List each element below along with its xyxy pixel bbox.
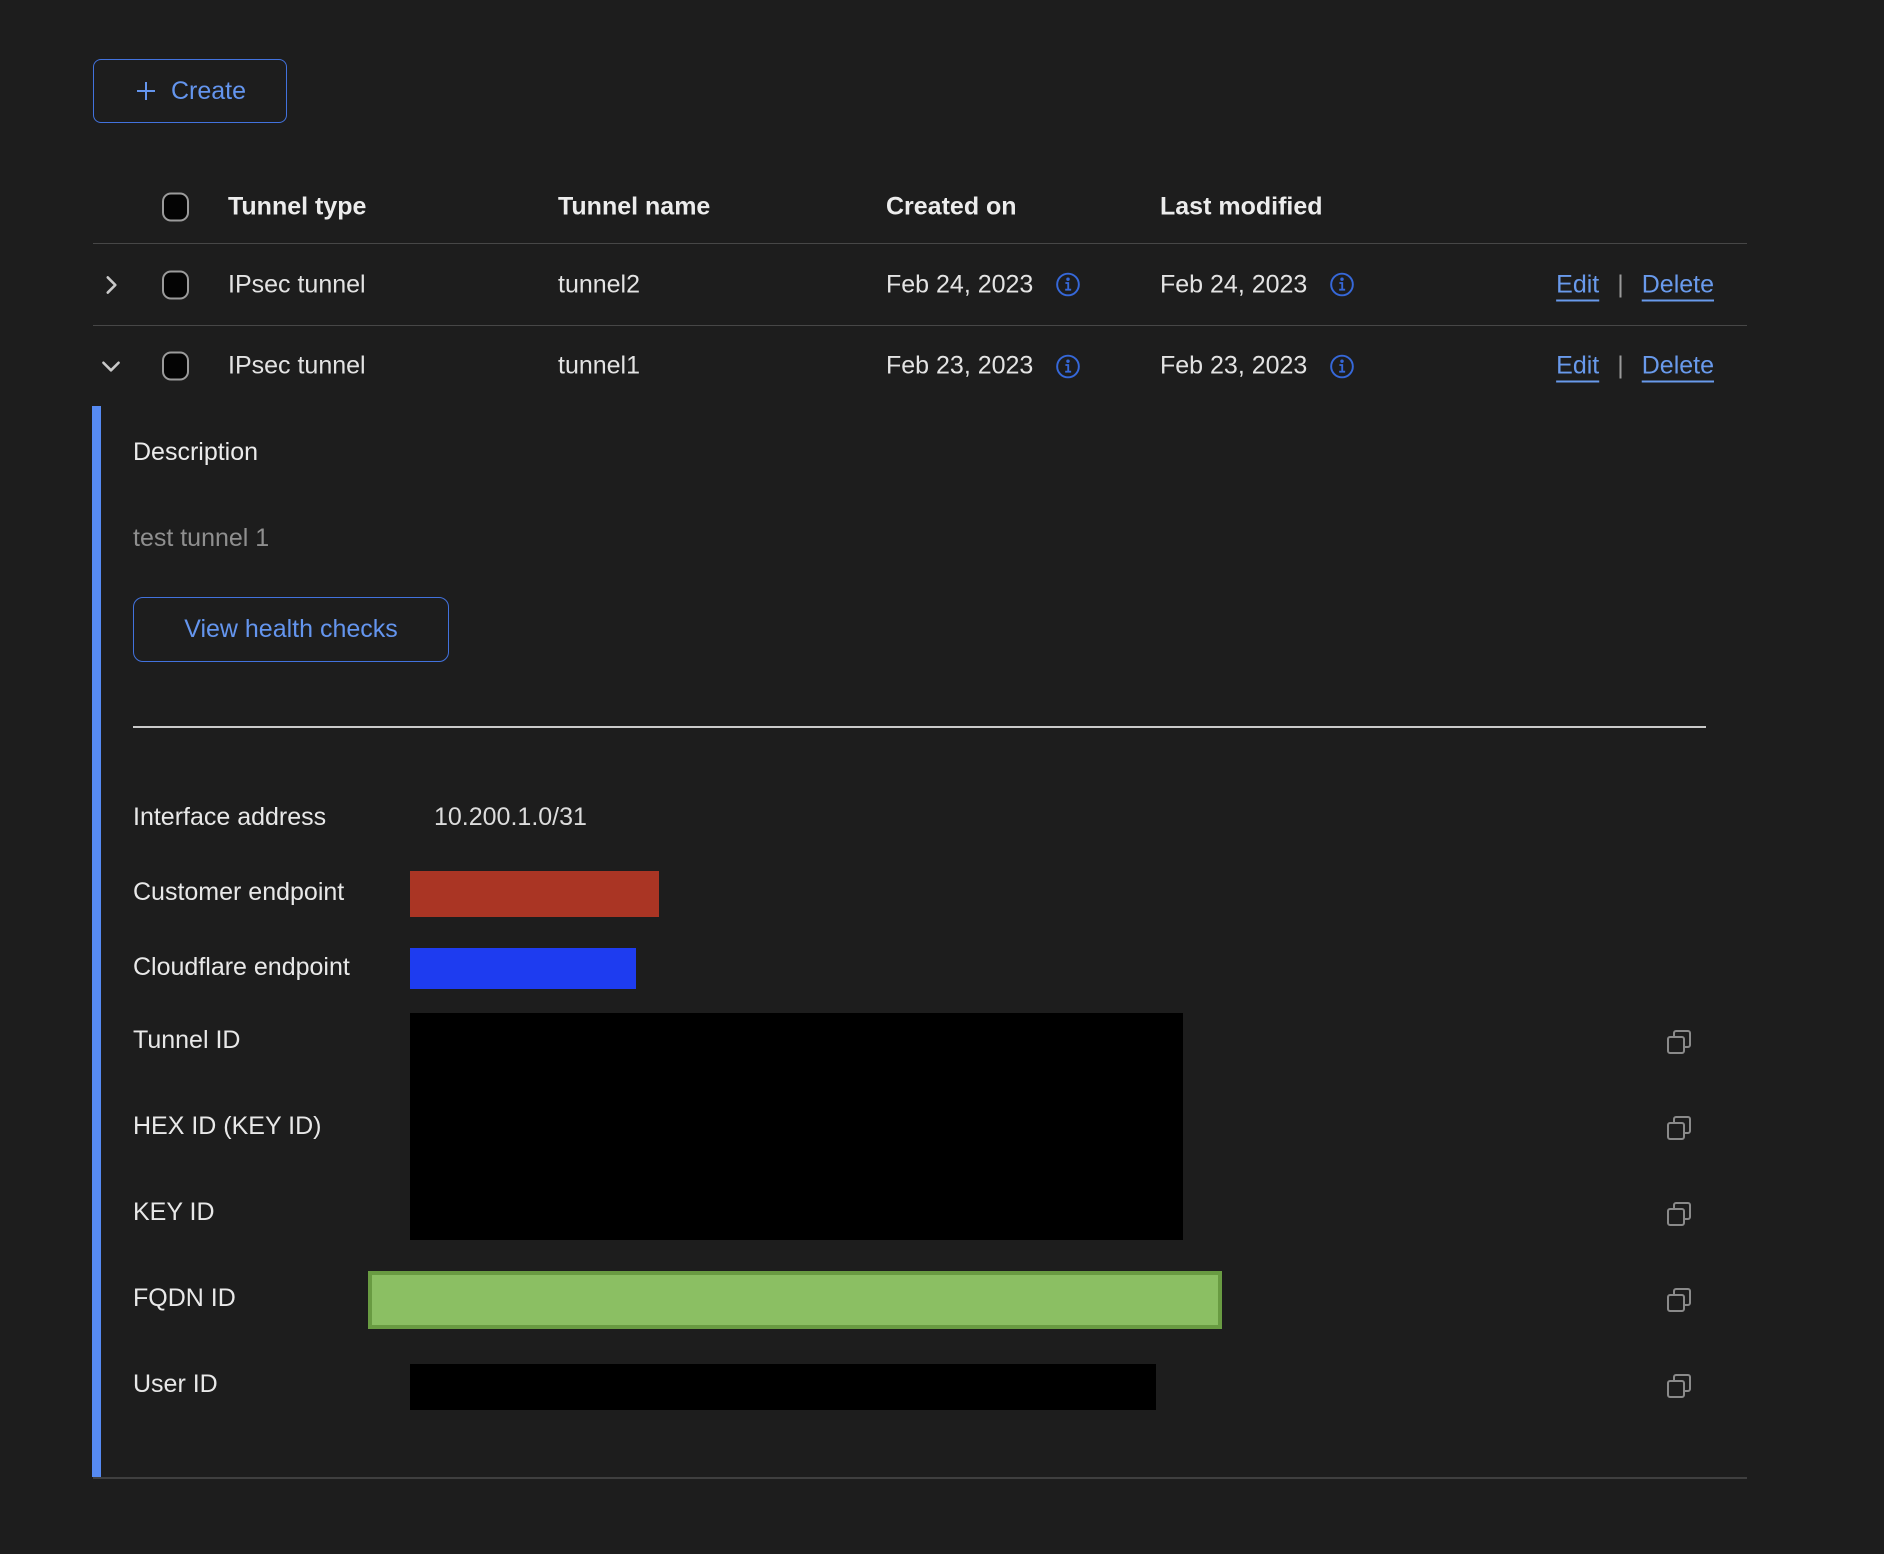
description-label: Description [133,438,258,467]
expand-row-button[interactable] [96,270,126,300]
created-on-cell: Feb 24, 2023 [886,270,1081,299]
copy-icon [1665,1028,1693,1056]
tunnel-type-cell: IPsec tunnel [228,270,366,299]
table-header-row: Tunnel type Tunnel name Created on Last … [93,170,1747,244]
info-icon[interactable] [1055,353,1081,379]
action-separator: | [1617,270,1624,299]
ids-redacted-value [410,1013,1183,1240]
expanded-row-indicator-bar [92,406,101,1477]
last-modified-value: Feb 24, 2023 [1160,270,1307,299]
header-tunnel-type: Tunnel type [228,192,366,221]
row-checkbox[interactable] [162,270,189,299]
key-id-label: KEY ID [133,1198,215,1227]
fqdn-id-label: FQDN ID [133,1284,236,1313]
copy-hex-id-button[interactable] [1664,1113,1694,1143]
hex-id-label: HEX ID (KEY ID) [133,1112,321,1141]
copy-tunnel-id-button[interactable] [1664,1027,1694,1057]
copy-icon [1665,1286,1693,1314]
select-all-checkbox[interactable] [162,192,189,221]
info-icon[interactable] [1329,272,1355,298]
copy-icon [1665,1114,1693,1142]
created-on-cell: Feb 23, 2023 [886,352,1081,381]
table-row: IPsec tunnel tunnel1 Feb 23, 2023 Feb 23… [93,326,1747,406]
view-health-checks-button[interactable]: View health checks [133,597,449,662]
last-modified-value: Feb 23, 2023 [1160,352,1307,381]
tunnel-name-cell: tunnel2 [558,270,640,299]
row-actions: Edit | Delete [1556,352,1714,381]
interface-address-label: Interface address [133,803,326,832]
copy-icon [1665,1372,1693,1400]
fqdn-id-redacted-value [368,1271,1222,1329]
info-icon[interactable] [1329,353,1355,379]
delete-link[interactable]: Delete [1642,270,1714,299]
tunnels-page: Create Tunnel type Tunnel name Created o… [0,0,1884,1554]
table-row: IPsec tunnel tunnel2 Feb 24, 2023 Feb 24… [93,244,1747,326]
cloudflare-endpoint-label: Cloudflare endpoint [133,953,350,982]
expanded-row-bottom-divider [93,1477,1747,1479]
create-button-label: Create [171,77,246,106]
customer-endpoint-label: Customer endpoint [133,878,344,907]
details-divider [133,726,1706,728]
plus-icon [134,79,158,103]
created-on-value: Feb 24, 2023 [886,270,1033,299]
edit-link[interactable]: Edit [1556,352,1599,381]
copy-key-id-button[interactable] [1664,1199,1694,1229]
last-modified-cell: Feb 23, 2023 [1160,352,1355,381]
chevron-down-icon [98,353,124,379]
chevron-right-icon [98,272,124,298]
row-checkbox[interactable] [162,352,189,381]
copy-fqdn-id-button[interactable] [1664,1285,1694,1315]
tunnel-id-label: Tunnel ID [133,1026,240,1055]
header-last-modified: Last modified [1160,192,1323,221]
created-on-value: Feb 23, 2023 [886,352,1033,381]
user-id-redacted-value [410,1364,1156,1410]
user-id-label: User ID [133,1370,218,1399]
delete-link[interactable]: Delete [1642,352,1714,381]
copy-icon [1665,1200,1693,1228]
tunnel-type-cell: IPsec tunnel [228,352,366,381]
collapse-row-button[interactable] [96,351,126,381]
row-actions: Edit | Delete [1556,270,1714,299]
interface-address-value: 10.200.1.0/31 [434,803,587,832]
cloudflare-endpoint-redacted-value [410,948,636,989]
header-created-on: Created on [886,192,1017,221]
description-value: test tunnel 1 [133,524,269,553]
last-modified-cell: Feb 24, 2023 [1160,270,1355,299]
info-icon[interactable] [1055,272,1081,298]
create-button[interactable]: Create [93,59,287,123]
action-separator: | [1617,352,1624,381]
header-tunnel-name: Tunnel name [558,192,710,221]
copy-user-id-button[interactable] [1664,1371,1694,1401]
tunnel-name-cell: tunnel1 [558,352,640,381]
customer-endpoint-redacted-value [410,871,659,917]
edit-link[interactable]: Edit [1556,270,1599,299]
